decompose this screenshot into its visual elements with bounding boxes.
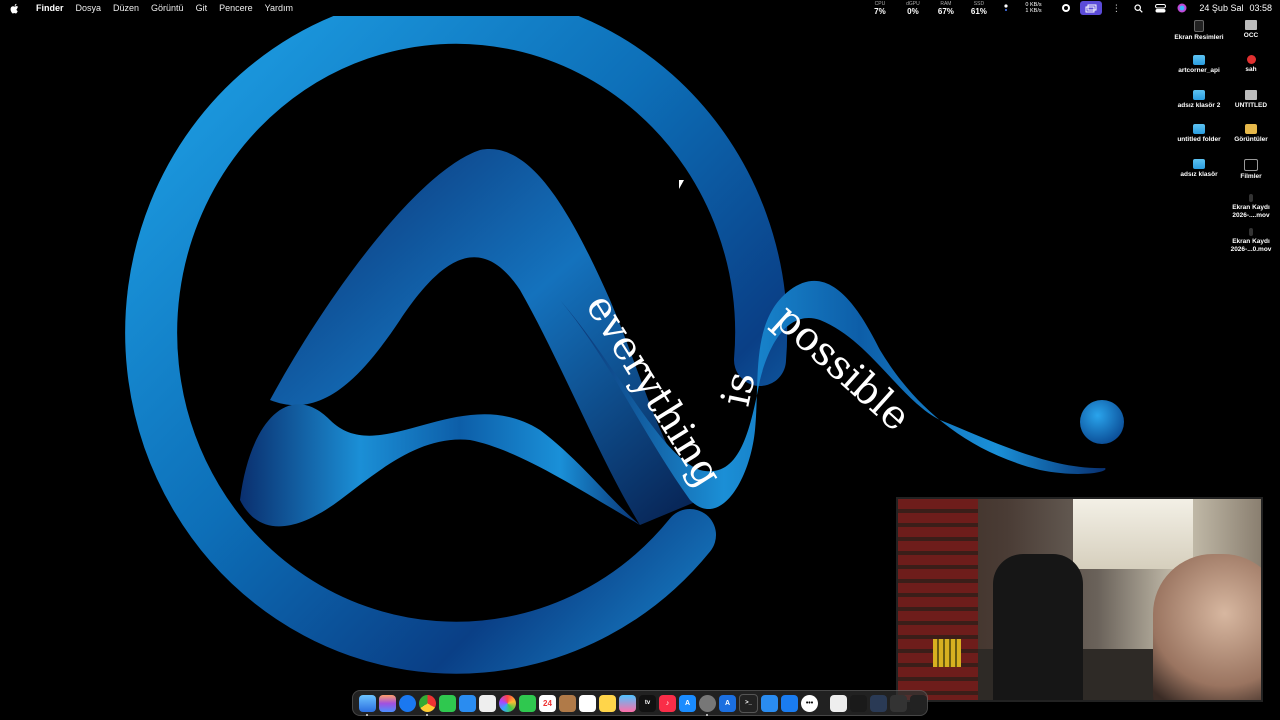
desktop-item-sah[interactable]: sah [1223, 55, 1279, 74]
network-stat[interactable]: 0 KB/s 1 KB/s [1025, 2, 1055, 14]
webcam-overlay[interactable] [896, 497, 1263, 702]
desktop-item-ekran-resimleri[interactable]: Ekran Resimleri [1171, 20, 1227, 42]
document-icon[interactable] [830, 694, 847, 712]
desktop-item-adsiz-klasor[interactable]: adsız klasör [1171, 159, 1227, 179]
contacts-icon[interactable] [559, 694, 576, 712]
webcam-window-light [1073, 499, 1193, 569]
desktop-item-filmler[interactable]: Filmler [1223, 159, 1279, 181]
menu-file[interactable]: Dosya [70, 3, 108, 13]
desktop-item-goruntuler[interactable]: Görüntüler [1223, 124, 1279, 144]
movie-file-icon [1249, 228, 1253, 236]
ssd-stat[interactable]: SSD 61% [962, 1, 995, 16]
logo-swoosh [240, 404, 640, 527]
gpu-stat[interactable]: dGPU 0% [896, 1, 929, 16]
clock-date: 24 Şub Sal [1199, 3, 1244, 13]
apple-menu-icon[interactable] [0, 3, 30, 14]
desktop-item-occ[interactable]: OCC [1223, 20, 1279, 40]
desktop-item-ekran-kaydi-1[interactable]: Ekran Kaydı 2026-....mov [1223, 194, 1279, 220]
compass-icon[interactable] [781, 694, 798, 712]
folder-icon [1193, 159, 1205, 169]
chrome-icon[interactable] [419, 694, 436, 716]
webcam-shelf [898, 499, 978, 700]
mail-icon[interactable] [459, 694, 476, 712]
cpu-stat[interactable]: CPU 7% [863, 1, 896, 16]
mouse-cursor [679, 180, 684, 189]
music-icon[interactable]: ♪ [659, 694, 676, 712]
ram-stat[interactable]: RAM 67% [929, 1, 962, 16]
siri-icon[interactable] [1171, 0, 1193, 16]
system-settings-icon[interactable] [699, 694, 716, 716]
screen-mirroring-icon[interactable] [1080, 1, 1103, 15]
control-icon[interactable] [1055, 0, 1077, 16]
more-icon[interactable]: ⋮ [1105, 0, 1127, 16]
desktop-item-untitled-drive[interactable]: UNTITLED [1223, 90, 1279, 110]
menu-go[interactable]: Git [190, 3, 214, 13]
launchpad-icon[interactable] [379, 694, 396, 712]
messages-icon[interactable] [439, 694, 456, 712]
screenshot-folder-icon [1194, 20, 1204, 32]
chatgpt-icon[interactable]: ••• [801, 694, 818, 712]
movies-folder-icon [1244, 159, 1258, 171]
maps-icon[interactable] [479, 694, 496, 712]
desktop-item-artcorner-api[interactable]: artcorner_api [1171, 55, 1227, 75]
menu-window[interactable]: Pencere [213, 3, 259, 13]
apple-icon [1246, 55, 1256, 64]
movie-file-icon [1249, 194, 1253, 202]
menubar-clock[interactable]: 24 Şub Sal 03:58 [1193, 3, 1272, 13]
search-icon[interactable] [1127, 0, 1149, 16]
folder-icon [1193, 124, 1205, 134]
drive-icon [1245, 90, 1257, 100]
menu-edit[interactable]: Düzen [107, 3, 145, 13]
remote-desktop-icon[interactable] [761, 694, 778, 712]
screenshot-thumb-icon[interactable] [850, 694, 867, 712]
folder-icon [1193, 55, 1205, 65]
dock: 24 tv ♪ A A >_ ••• [352, 690, 928, 716]
clock-time: 03:58 [1249, 3, 1272, 13]
image-folder-icon [1245, 124, 1257, 134]
logo-dot [1080, 400, 1124, 444]
safari-icon[interactable] [399, 694, 416, 712]
terminal-icon[interactable]: >_ [739, 693, 758, 713]
menu-help[interactable]: Yardım [259, 3, 299, 13]
bluetooth-dot-icon[interactable] [995, 0, 1017, 16]
app-store-icon[interactable]: A [679, 694, 696, 712]
webcam-person [1153, 554, 1261, 700]
screenshot-thumb-icon[interactable] [870, 694, 887, 712]
notes-icon[interactable] [599, 694, 616, 712]
desktop-item-untitled-folder[interactable]: untitled folder [1171, 124, 1227, 144]
logo-ring [125, 16, 788, 674]
menu-view[interactable]: Görüntü [145, 3, 190, 13]
webcam-keyboard [933, 639, 961, 667]
reminders-icon[interactable] [579, 694, 596, 712]
webcam-chair [993, 554, 1083, 700]
drive-icon [1245, 20, 1257, 30]
folder-icon [1193, 90, 1205, 100]
photos-icon[interactable] [499, 694, 516, 712]
desktop-item-adsiz-klasor-2[interactable]: adsız klasör 2 [1171, 90, 1227, 110]
downloads-stack-icon[interactable] [910, 694, 927, 712]
control-center-icon[interactable] [1149, 0, 1171, 16]
menu-finder[interactable]: Finder [30, 3, 70, 13]
apple-tv-icon[interactable]: tv [639, 694, 656, 712]
freeform-icon[interactable] [619, 694, 636, 712]
finder-icon[interactable] [359, 694, 376, 716]
xcode-icon[interactable]: A [719, 694, 736, 712]
calendar-icon[interactable]: 24 [539, 694, 556, 712]
screenshot-thumb-icon[interactable] [890, 694, 907, 712]
desktop-item-ekran-kaydi-2[interactable]: Ekran Kaydı 2026-...0.mov [1223, 228, 1279, 254]
menu-bar: Finder Dosya Düzen Görüntü Git Pencere Y… [0, 0, 1280, 16]
facetime-icon[interactable] [519, 694, 536, 712]
